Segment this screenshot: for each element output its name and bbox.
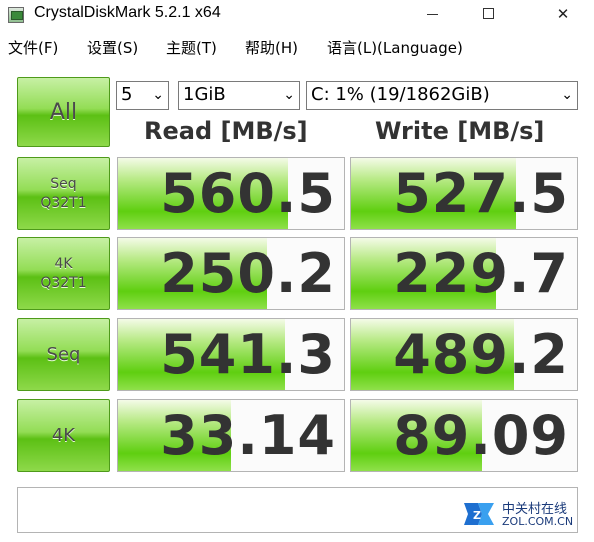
write-value: 229.7 bbox=[393, 242, 569, 305]
seq-q32t1-button[interactable]: Seq Q32T1 bbox=[17, 157, 110, 230]
read-value: 250.2 bbox=[160, 242, 336, 305]
test-count-value: 5 bbox=[121, 84, 133, 105]
svg-text:Z: Z bbox=[473, 509, 481, 522]
4k-q32t1-button[interactable]: 4K Q32T1 bbox=[17, 237, 110, 310]
4k-button[interactable]: 4K bbox=[17, 399, 110, 472]
read-value: 560.5 bbox=[160, 162, 336, 225]
menu-bar: 文件(F) 设置(S) 主题(T) 帮助(H) 语言(L)(Language) bbox=[0, 33, 594, 59]
chevron-down-icon: ⌄ bbox=[152, 87, 164, 103]
window-title: CrystalDiskMark 5.2.1 x64 bbox=[34, 4, 221, 21]
write-result-seq-q32t1: 527.5 bbox=[350, 157, 578, 230]
read-result-4k: 33.14 bbox=[117, 399, 345, 472]
menu-settings[interactable]: 设置(S) bbox=[87, 37, 138, 58]
test-count-select[interactable]: 5 ⌄ bbox=[116, 81, 169, 110]
row-label: Seq bbox=[46, 344, 81, 365]
read-value: 541.3 bbox=[160, 323, 336, 386]
write-result-seq: 489.2 bbox=[350, 318, 578, 391]
zol-logo-icon: Z bbox=[464, 503, 494, 525]
menu-help[interactable]: 帮助(H) bbox=[245, 37, 298, 58]
menu-language[interactable]: 语言(L)(Language) bbox=[327, 37, 463, 58]
row-label: Seq Q32T1 bbox=[40, 175, 87, 211]
test-size-value: 1GiB bbox=[183, 84, 226, 105]
minimize-button[interactable] bbox=[410, 0, 456, 30]
read-result-seq: 541.3 bbox=[117, 318, 345, 391]
all-button[interactable]: All bbox=[17, 77, 110, 147]
watermark-en: ZOL.COM.CN bbox=[502, 515, 574, 528]
title-bar: CrystalDiskMark 5.2.1 x64 ✕ bbox=[0, 0, 594, 30]
row-label: 4K bbox=[51, 425, 76, 446]
app-icon bbox=[8, 7, 24, 23]
drive-select[interactable]: C: 1% (19/1862GiB) ⌄ bbox=[306, 81, 578, 110]
read-result-seq-q32t1: 560.5 bbox=[117, 157, 345, 230]
chevron-down-icon: ⌄ bbox=[561, 87, 573, 103]
read-header: Read [MB/s] bbox=[144, 117, 308, 145]
write-result-4k-q32t1: 229.7 bbox=[350, 237, 578, 310]
close-icon: ✕ bbox=[556, 5, 570, 23]
write-value: 527.5 bbox=[393, 162, 569, 225]
menu-theme[interactable]: 主题(T) bbox=[166, 37, 217, 58]
write-value: 89.09 bbox=[393, 404, 569, 467]
watermark: Z 中关村在线 ZOL.COM.CN bbox=[462, 497, 582, 533]
write-result-4k: 89.09 bbox=[350, 399, 578, 472]
minimize-icon bbox=[427, 14, 438, 15]
row-label: 4K Q32T1 bbox=[40, 255, 87, 291]
drive-value: C: 1% (19/1862GiB) bbox=[311, 84, 490, 105]
menu-file[interactable]: 文件(F) bbox=[8, 37, 58, 58]
write-header: Write [MB/s] bbox=[375, 117, 545, 145]
test-size-select[interactable]: 1GiB ⌄ bbox=[178, 81, 300, 110]
maximize-button[interactable] bbox=[466, 0, 512, 30]
write-value: 489.2 bbox=[393, 323, 569, 386]
maximize-icon bbox=[483, 8, 494, 19]
read-value: 33.14 bbox=[160, 404, 336, 467]
seq-button[interactable]: Seq bbox=[17, 318, 110, 391]
close-button[interactable]: ✕ bbox=[540, 0, 586, 30]
chevron-down-icon: ⌄ bbox=[283, 87, 295, 103]
all-button-label: All bbox=[49, 99, 78, 125]
read-result-4k-q32t1: 250.2 bbox=[117, 237, 345, 310]
